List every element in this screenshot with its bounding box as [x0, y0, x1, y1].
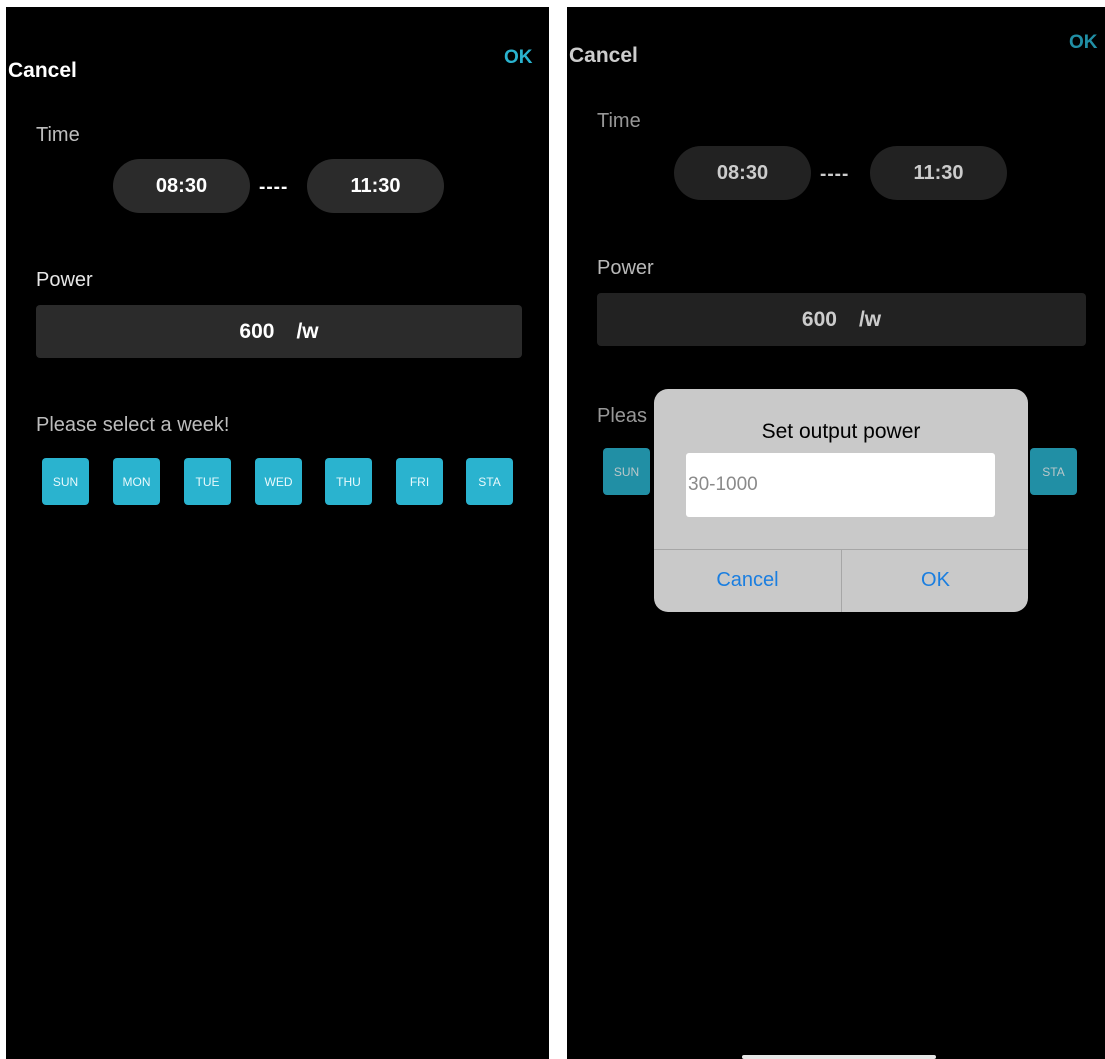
week-prompt: Please select a week!	[36, 414, 230, 436]
time-label: Time	[36, 124, 80, 146]
home-indicator	[742, 1055, 936, 1059]
day-button-sta[interactable]: STA	[466, 458, 513, 505]
set-power-dialog: Set output power 30-1000 Cancel OK	[654, 389, 1028, 612]
schedule-screen-right: Cancel OK Time 08:30 ---- 11:30 Power 60…	[567, 7, 1105, 1059]
day-button-tue[interactable]: TUE	[184, 458, 231, 505]
power-value: 600	[239, 319, 275, 343]
dialog-title: Set output power	[761, 420, 921, 443]
day-button-fri[interactable]: FRI	[396, 458, 443, 505]
power-field[interactable]: 600 /w	[36, 305, 522, 358]
day-button-thu[interactable]: THU	[325, 458, 372, 505]
day-button-wed[interactable]: WED	[255, 458, 302, 505]
time-separator: ----	[259, 177, 289, 198]
ok-button[interactable]: OK	[504, 47, 533, 69]
day-button-sun[interactable]: SUN	[42, 458, 89, 505]
start-time-button[interactable]: 08:30	[113, 159, 250, 213]
dialog-cancel-button[interactable]: Cancel	[654, 549, 841, 612]
schedule-screen-left: Cancel OK Time 08:30 ---- 11:30 Power 60…	[6, 7, 549, 1059]
dialog-ok-button[interactable]: OK	[842, 549, 1028, 612]
power-label: Power	[36, 269, 93, 291]
power-input[interactable]: 30-1000	[686, 453, 995, 517]
cancel-button[interactable]: Cancel	[8, 59, 77, 83]
day-button-mon[interactable]: MON	[113, 458, 160, 505]
power-unit: /w	[296, 319, 319, 343]
end-time-button[interactable]: 11:30	[307, 159, 444, 213]
